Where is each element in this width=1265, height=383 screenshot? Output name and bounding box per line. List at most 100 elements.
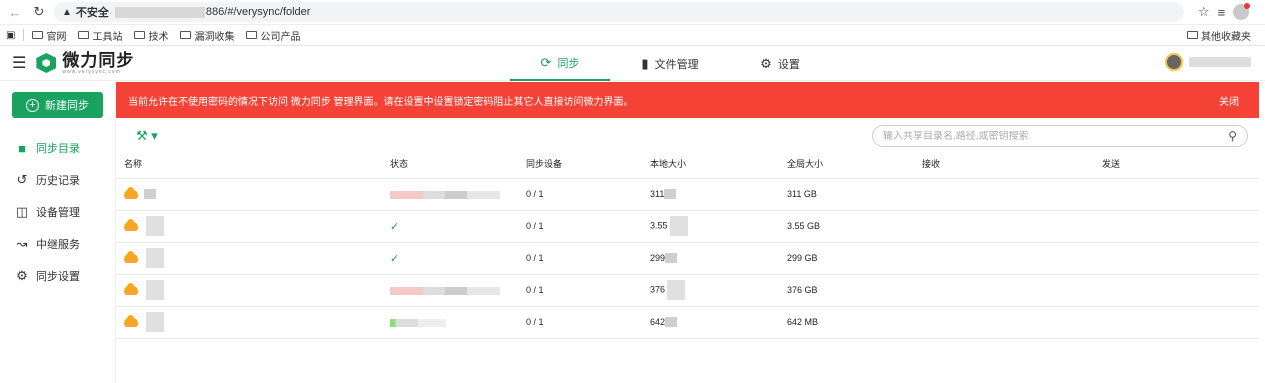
bookmark-item[interactable]: 技术 (134, 28, 168, 43)
name-redacted (146, 280, 164, 300)
url-text: 886/#/verysync/folder (205, 6, 311, 18)
local-size-cell: 642 (642, 306, 779, 339)
search-input[interactable] (883, 130, 1229, 142)
device-icon: ◫ (15, 204, 29, 219)
table-header-row: 名称 状态 同步设备 本地大小 全局大小 接收 发送 (116, 150, 1259, 179)
sidebar-item-label: 设备管理 (36, 207, 80, 219)
column-header[interactable]: 状态 (382, 150, 518, 179)
url-bar[interactable]: ▲ 不安全 886/#/verysync/folder (54, 2, 1184, 22)
check-icon: ✓ (390, 252, 400, 265)
local-size: 311 (650, 188, 665, 199)
search-icon[interactable]: ⚲ (1228, 129, 1237, 143)
global-size-cell: 299 GB (779, 242, 914, 275)
global-size-cell: 376 GB (779, 274, 914, 307)
recv-cell (914, 274, 1094, 307)
new-sync-button[interactable]: + 新建同步 (12, 92, 103, 118)
cloud-icon (124, 314, 138, 327)
column-header[interactable]: 本地大小 (642, 150, 779, 179)
reload-icon[interactable]: ↻ (30, 3, 48, 21)
folder-icon (32, 31, 44, 39)
send-cell (1094, 210, 1259, 243)
status-cell: ✓ (382, 210, 518, 243)
reading-list-icon[interactable]: ≡ (1218, 5, 1226, 20)
gear-icon: ⚙ (760, 55, 772, 71)
table-row[interactable]: 0 / 1 311 311 GB (116, 178, 1259, 211)
bookmarks-divider (23, 29, 25, 41)
folder-name-cell (116, 210, 382, 243)
profile-icon[interactable] (1233, 3, 1251, 20)
column-header[interactable]: 同步设备 (518, 150, 642, 179)
table-row[interactable]: 0 / 1 642 642 MB (116, 306, 1259, 339)
other-bookmarks[interactable]: 其他收藏夹 (1187, 28, 1251, 43)
devices-cell: 0 / 1 (518, 178, 642, 211)
sidebar-item-devices[interactable]: ◫ 设备管理 (0, 196, 115, 228)
devices-cell: 0 / 1 (518, 242, 642, 275)
apps-icon[interactable]: ▣ (6, 30, 15, 41)
table-row[interactable]: ✓ 0 / 1 3.55 3.55 GB (116, 210, 1259, 243)
logo[interactable]: 微力同步 www.verysync.com (36, 52, 134, 75)
bookmark-item[interactable]: 工具站 (78, 28, 122, 43)
bookmark-item[interactable]: 漏洞收集 (180, 28, 234, 43)
tools-dropdown-icon[interactable]: ⚒ ▾ (136, 128, 158, 144)
tab-label: 文件管理 (654, 58, 699, 71)
username-redacted (1189, 57, 1251, 67)
sidebar-item-label: 中继服务 (36, 239, 80, 251)
user-menu[interactable] (1165, 53, 1251, 71)
status-redacted (390, 286, 500, 295)
folder-icon (1187, 31, 1198, 39)
tab-label: 同步 (557, 57, 580, 70)
size-redacted (665, 317, 678, 328)
status-cell (382, 306, 518, 339)
logo-text: 微力同步 (62, 50, 135, 70)
recv-cell (914, 210, 1094, 243)
devices-cell: 0 / 1 (518, 274, 642, 307)
gear-icon: ⚙ (16, 268, 28, 283)
send-cell (1094, 274, 1259, 307)
column-header[interactable]: 接收 (914, 150, 1094, 179)
bookmark-item[interactable]: 官网 (32, 28, 66, 43)
recv-cell (914, 178, 1094, 211)
name-redacted (146, 312, 164, 332)
tab-settings[interactable]: ⚙ 设置 (730, 46, 830, 81)
size-redacted (664, 189, 677, 200)
browser-address-bar: ← ↻ ▲ 不安全 886/#/verysync/folder ☆ ≡ (0, 0, 1265, 25)
menu-icon[interactable]: ☰ (12, 53, 26, 73)
star-icon[interactable]: ☆ (1198, 4, 1210, 20)
bookmark-label: 公司产品 (260, 31, 301, 43)
size-redacted (665, 253, 678, 264)
tab-sync[interactable]: ⟳ 同步 (510, 46, 610, 81)
bookmark-item[interactable]: 公司产品 (246, 28, 300, 43)
back-icon[interactable]: ← (6, 3, 24, 21)
table-row[interactable]: 0 / 1 376 376 GB (116, 274, 1259, 307)
bookmark-label: 漏洞收集 (194, 31, 235, 43)
security-label: 不安全 (75, 7, 109, 19)
local-size-cell: 3.55 (642, 210, 779, 243)
bookmark-label: 官网 (46, 31, 67, 43)
sidebar-item-sync-settings[interactable]: ⚙ 同步设置 (0, 260, 115, 292)
sidebar-item-sync-folders[interactable]: ■ 同步目录 (0, 132, 115, 164)
column-header[interactable]: 名称 (116, 150, 382, 179)
folder-table: 名称 状态 同步设备 本地大小 全局大小 接收 发送 0 / 1 311 311… (116, 150, 1259, 339)
banner-close-button[interactable]: 关闭 (1219, 93, 1239, 108)
column-header[interactable]: 发送 (1094, 150, 1259, 179)
sidebar-item-relay[interactable]: ↝ 中继服务 (0, 228, 115, 260)
sidebar-item-history[interactable]: ↺ 历史记录 (0, 164, 115, 196)
size-redacted (667, 280, 686, 300)
logo-icon (36, 53, 57, 73)
recv-cell (914, 306, 1094, 339)
table-row[interactable]: ✓ 0 / 1 299 299 GB (116, 242, 1259, 275)
bookmark-label: 其他收藏夹 (1201, 31, 1251, 43)
sidebar-item-label: 同步目录 (36, 143, 80, 155)
new-sync-label: 新建同步 (45, 100, 89, 112)
bookmark-label: 工具站 (92, 31, 123, 43)
local-size: 299 (650, 252, 666, 263)
folder-name-cell (116, 242, 382, 275)
name-redacted (146, 216, 164, 236)
bookmark-label: 技术 (148, 31, 169, 43)
avatar (1165, 53, 1183, 71)
folder-icon: ■ (18, 140, 26, 156)
local-size: 642 (650, 316, 666, 327)
cloud-icon (124, 282, 138, 295)
tab-file-manager[interactable]: ▮ 文件管理 (620, 46, 720, 81)
column-header[interactable]: 全局大小 (779, 150, 914, 179)
